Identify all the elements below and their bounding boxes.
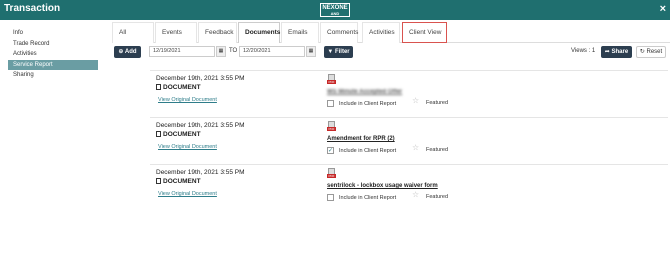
filter-button-label: Filter	[334, 49, 350, 55]
document-type: DOCUMENT	[156, 178, 201, 185]
share-button-label: Share	[611, 49, 629, 55]
file-name-link[interactable]: WS Minute Accepted Offer	[327, 89, 402, 95]
tab-all[interactable]: All	[112, 22, 154, 43]
window-title: Transaction	[4, 3, 61, 14]
star-icon[interactable]: ☆	[412, 190, 419, 199]
include-label: Include in Client Report	[339, 195, 397, 201]
document-type-label: DOCUMENT	[163, 178, 201, 185]
filter-icon: ▼	[327, 49, 335, 55]
document-date: December 19th, 2021 3:55 PM	[156, 169, 245, 176]
tab-documents[interactable]: Documents	[238, 22, 280, 43]
document-row: December 19th, 2021 3:55 PM DOCUMENT Vie…	[150, 70, 668, 117]
star-icon[interactable]: ☆	[412, 96, 419, 105]
sidebar-item-activities[interactable]: Activities	[8, 49, 98, 60]
toolbar: ⊕ Add 12/19/2021 ▦ TO 12/20/2021 ▦ ▼ Fil…	[114, 45, 668, 59]
sidebar: Info Trade Record Activities Service Rep…	[8, 28, 98, 81]
sidebar-item-info[interactable]: Info	[8, 28, 98, 39]
include-checkbox[interactable]	[327, 194, 334, 201]
views-count: Views : 1	[571, 48, 596, 54]
date-from-input[interactable]: 12/19/2021	[149, 46, 215, 57]
document-type: DOCUMENT	[156, 131, 201, 138]
sidebar-item-sharing[interactable]: Sharing	[8, 70, 98, 81]
document-icon	[156, 131, 161, 137]
add-button[interactable]: ⊕ Add	[114, 46, 141, 58]
file-name-link[interactable]: sentrilock - lockbox usage waiver form	[327, 183, 438, 189]
featured-label: Featured	[426, 100, 449, 106]
include-label: Include in Client Report	[339, 101, 397, 107]
document-type-label: DOCUMENT	[163, 131, 201, 138]
document-type-label: DOCUMENT	[163, 84, 201, 91]
tab-events[interactable]: Events	[155, 22, 197, 43]
featured-label: Featured	[426, 147, 449, 153]
view-original-link[interactable]: View Original Document	[158, 191, 217, 197]
include-label: Include in Client Report	[339, 148, 397, 154]
tab-feedback[interactable]: Feedback	[198, 22, 237, 43]
calendar-to-icon[interactable]: ▦	[306, 46, 316, 57]
document-date: December 19th, 2021 3:55 PM	[156, 122, 245, 129]
document-row: December 19th, 2021 3:55 PM DOCUMENT Vie…	[150, 117, 668, 164]
sidebar-item-trade-record[interactable]: Trade Record	[8, 39, 98, 50]
pdf-icon: PDF	[327, 121, 336, 132]
include-checkbox[interactable]	[327, 100, 334, 107]
pdf-icon: PDF	[327, 168, 336, 179]
view-original-link[interactable]: View Original Document	[158, 144, 217, 150]
star-icon[interactable]: ☆	[412, 143, 419, 152]
title-bar: Transaction NEXONE AND ×	[0, 0, 670, 20]
add-button-label: Add	[124, 49, 137, 55]
tab-emails[interactable]: Emails	[281, 22, 319, 43]
pdf-icon: PDF	[327, 74, 336, 85]
document-row: December 19th, 2021 3:55 PM DOCUMENT Vie…	[150, 164, 668, 211]
share-icon: ➦	[604, 49, 612, 55]
reset-button[interactable]: ↻ Reset	[636, 46, 666, 58]
view-original-link[interactable]: View Original Document	[158, 97, 217, 103]
reset-button-label: Reset	[646, 49, 663, 55]
share-button[interactable]: ➦ Share	[601, 46, 632, 58]
refresh-icon: ↻	[639, 49, 647, 55]
logo-subtext: AND	[330, 11, 340, 16]
close-icon[interactable]: ×	[660, 3, 666, 15]
filter-button[interactable]: ▼ Filter	[324, 46, 353, 58]
tab-bar: All Events Feedback Documents Emails Com…	[112, 22, 670, 43]
document-icon	[156, 84, 161, 90]
document-date: December 19th, 2021 3:55 PM	[156, 75, 245, 82]
document-icon	[156, 178, 161, 184]
tab-activities[interactable]: Activities	[362, 22, 400, 43]
include-checkbox[interactable]: ✓	[327, 147, 334, 154]
sidebar-item-service-report[interactable]: Service Report	[8, 59, 98, 70]
file-name-link[interactable]: Amendment for RPR (2)	[327, 136, 395, 142]
document-type: DOCUMENT	[156, 84, 201, 91]
featured-label: Featured	[426, 194, 449, 200]
tab-client-view[interactable]: Client View	[402, 22, 447, 43]
to-label: TO	[229, 48, 238, 54]
tab-comments[interactable]: Comments	[320, 22, 358, 43]
calendar-from-icon[interactable]: ▦	[216, 46, 226, 57]
nexone-logo: NEXONE AND	[320, 3, 350, 17]
date-to-input[interactable]: 12/20/2021	[239, 46, 305, 57]
